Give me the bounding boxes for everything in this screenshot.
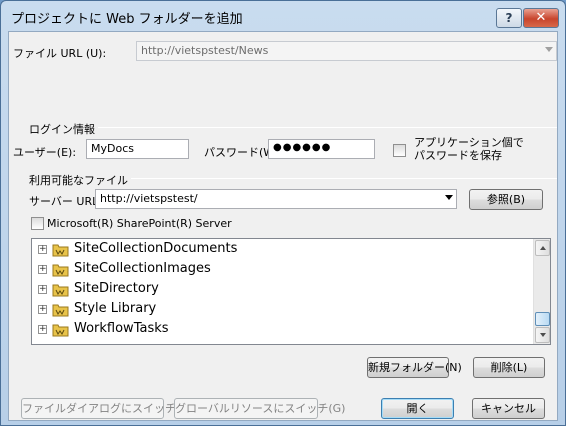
expand-icon[interactable]: + [38, 245, 47, 254]
tree-item-label: SiteCollectionImages [74, 261, 211, 276]
tree-scrollbar[interactable] [533, 239, 550, 344]
folder-icon [52, 244, 69, 257]
expand-icon[interactable]: + [38, 265, 47, 274]
folder-tree[interactable]: + SiteCollectionDocuments + SiteCollecti… [31, 238, 551, 345]
tree-item[interactable]: + SiteDirectory [32, 280, 527, 300]
tree-item-label: Style Library [74, 301, 157, 316]
chevron-down-icon [545, 47, 553, 52]
file-url-combobox[interactable]: http://vietspstest/News [136, 41, 557, 61]
expand-icon[interactable]: + [38, 285, 47, 294]
file-url-label: ファイル URL (U): [13, 47, 107, 60]
dialog-window: プロジェクトに Web フォルダーを追加 ? ✕ ファイル URL (U): h… [0, 0, 566, 426]
close-button[interactable]: ✕ [523, 8, 559, 28]
save-password-label-line2: パスワードを保存 [414, 149, 502, 162]
open-button[interactable]: 開く [381, 398, 454, 419]
chevron-down-icon [445, 195, 453, 200]
file-url-value: http://vietspstest/News [141, 44, 269, 57]
server-url-label: サーバー URL [29, 195, 99, 208]
window-title: プロジェクトに Web フォルダーを追加 [11, 12, 243, 27]
save-password-checkbox[interactable] [393, 144, 406, 157]
dialog-body: ファイル URL (U): http://vietspstest/News ログ… [8, 31, 558, 421]
tree-item[interactable]: + SiteCollectionDocuments [32, 240, 527, 260]
switch-global-resource-button[interactable]: グローバルリソースにスイッチ(G) [174, 398, 345, 419]
switch-file-dialog-button[interactable]: ファイルダイアログにスイッチ(F) [21, 398, 191, 419]
user-label: ユーザー(E): [13, 146, 77, 159]
new-folder-button[interactable]: 新規フォルダー(N) [367, 357, 462, 378]
tree-item-label: SiteCollectionDocuments [74, 241, 238, 256]
folder-icon [52, 264, 69, 277]
password-field[interactable]: ●●●●●● [268, 139, 375, 159]
arrow-up-icon [540, 246, 546, 250]
expand-icon[interactable]: + [38, 325, 47, 334]
tree-item[interactable]: + WorkflowTasks [32, 320, 527, 340]
login-group-separator [79, 127, 557, 128]
expand-icon[interactable]: + [38, 305, 47, 314]
browse-button[interactable]: 参照(B) [469, 189, 543, 210]
tree-item-label: WorkflowTasks [74, 321, 169, 336]
folder-icon [52, 304, 69, 317]
scroll-up-button[interactable] [535, 240, 550, 256]
folder-icon [52, 284, 69, 297]
save-password-label-line1: アプリケーション個で [414, 136, 524, 149]
sharepoint-checkbox-label: Microsoft(R) SharePoint(R) Server [47, 217, 232, 230]
save-password-label: アプリケーション個で パスワードを保存 [414, 136, 524, 162]
sharepoint-checkbox[interactable] [31, 217, 44, 230]
tree-item-label: SiteDirectory [74, 281, 159, 296]
help-button[interactable]: ? [496, 8, 522, 28]
tree-item[interactable]: + Style Library [32, 300, 527, 320]
server-url-combobox[interactable]: http://vietspstest/ [95, 189, 457, 209]
server-url-value: http://vietspstest/ [100, 192, 198, 205]
delete-button[interactable]: 削除(L) [473, 357, 545, 378]
title-bar[interactable]: プロジェクトに Web フォルダーを追加 ? ✕ [1, 1, 565, 31]
tree-item[interactable]: + SiteCollectionImages [32, 260, 527, 280]
login-group-title: ログイン情報 [29, 121, 98, 137]
folder-icon [52, 324, 69, 337]
scroll-thumb[interactable] [535, 312, 550, 326]
cancel-button[interactable]: キャンセル [472, 398, 545, 419]
password-value: ●●●●●● [273, 142, 332, 153]
user-field[interactable]: MyDocs [86, 139, 189, 159]
scroll-down-button[interactable] [535, 327, 550, 343]
files-group-separator [109, 178, 557, 179]
user-value: MyDocs [91, 142, 134, 155]
files-group-title: 利用可能なファイル [29, 172, 131, 188]
arrow-down-icon [540, 333, 546, 337]
